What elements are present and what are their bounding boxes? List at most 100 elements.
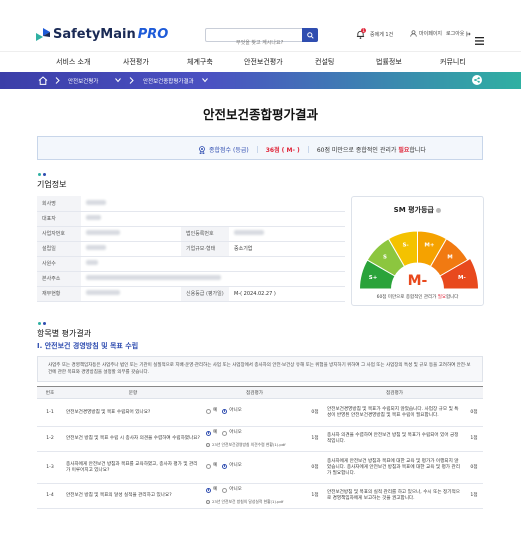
nav-item-consulting[interactable]: 컨설팅	[315, 57, 334, 67]
row-comment: 안전보건방침 및 목표의 실적 관리를 하고 있으나, 수시 또는 정기적으로 …	[324, 483, 465, 509]
nav-item-pre-eval[interactable]: 사전평가	[123, 57, 149, 67]
gauge-segment-label: S-	[402, 243, 408, 249]
section-description: 사업주 또는 경영책임자등은 사업주나 법인 또는 기관이 실질적으로 지배·운…	[37, 356, 483, 382]
grade-title: SM 평가등급	[352, 205, 483, 215]
home-icon[interactable]	[38, 76, 48, 85]
chevron-down-icon[interactable]	[202, 77, 208, 83]
grade-card: SM 평가등급 S+ S S- M+ M M- M- 60점 미만으로 종합적인 관리가 필…	[351, 196, 484, 306]
info-icon[interactable]	[436, 207, 442, 213]
section-dots	[38, 173, 46, 176]
masked-value	[86, 275, 221, 280]
logout-icon	[466, 31, 472, 36]
notification[interactable]: 1 중에게 1건	[356, 28, 393, 39]
label-address: 본사주소	[37, 271, 81, 287]
radio-yes[interactable]: 예	[206, 430, 217, 436]
radio-yes-dot	[206, 408, 211, 414]
results-section-title: 항목별 평가결과	[37, 329, 92, 338]
share-button[interactable]	[472, 75, 482, 85]
score-summary: 종합점수 (등급) 36점 ( M- ) 60점 미만으로 종합적인 관리가 필…	[37, 136, 483, 160]
company-section-title: 기업정보	[37, 180, 67, 189]
row-number: 1-4	[37, 483, 63, 509]
row-comment: 안전보건경영방침 및 목표가 수립되지 않았습니다. 사업장 규모 및 특성이 …	[324, 398, 465, 427]
radio-no[interactable]: 아니오	[222, 430, 242, 436]
row-answer: 예 아니오	[203, 451, 306, 484]
radio-no-label: 아니오	[229, 463, 242, 469]
nav-item-law[interactable]: 법률정보	[376, 57, 402, 67]
nav-item-system[interactable]: 체계구축	[187, 57, 213, 67]
divider	[256, 146, 258, 153]
masked-value	[86, 290, 120, 295]
row-score-final: 1점	[465, 426, 483, 452]
masked-value	[86, 245, 106, 250]
nav-item-community[interactable]: 커뮤니티	[440, 57, 466, 67]
row-comment: 종사자에게 안전보건 방침과 목표에 대한 교육 및 평가가 이행되지 않았습니…	[324, 451, 465, 484]
masked-value	[86, 230, 120, 235]
radio-no-label: 아니오	[229, 487, 242, 493]
masked-value	[234, 230, 264, 235]
logout-label: 로그아웃	[446, 31, 465, 37]
masked-value	[86, 199, 106, 205]
row-question: 안전보건경영방침 및 목표 수립되어 있나요?	[63, 398, 203, 427]
logout-link[interactable]: 로그아웃	[446, 30, 472, 37]
search-button[interactable]	[302, 28, 318, 42]
mypage-link[interactable]: 마이페이지	[410, 30, 442, 37]
attached-file[interactable]: 23년 안전보건경영방침 의견수렴 현황(1).pdf	[206, 442, 303, 448]
row-score-final: 1점	[465, 483, 483, 509]
site-header: SafetyMain PRO 1 중에게 1건 마이페이지 로그아웃	[0, 0, 521, 52]
row-answer: 예 아니오	[203, 398, 306, 427]
col-question: 문항	[63, 386, 203, 399]
radio-yes[interactable]: 예	[206, 487, 217, 493]
hamburger-icon	[475, 37, 484, 45]
radio-yes[interactable]: 예	[206, 463, 217, 469]
breadcrumb-item-2[interactable]: 안전보건종합평가결과	[143, 77, 194, 85]
user-icon	[410, 30, 417, 37]
breadcrumb: 안전보건평가 안전보건종합평가결과	[0, 72, 521, 89]
radio-yes-dot	[206, 487, 211, 493]
mypage-label: 마이페이지	[419, 31, 443, 37]
row-question: 종사자에게 안전보건 방침과 목표를 교육하였고, 종사자 평가 및 관리가 이…	[63, 451, 203, 484]
row-score: 0점	[306, 451, 324, 484]
attached-file[interactable]: 23년 안전보건 방침의 달성실적 현황(1).pdf	[206, 499, 303, 505]
masked-value	[86, 260, 98, 265]
site-logo[interactable]: SafetyMain PRO	[36, 27, 168, 42]
label-bizno: 사업자번호	[37, 226, 81, 242]
table-row: 1-1 안전보건경영방침 및 목표 수립되어 있나요? 예 아니오 0점 안전보건경영방침…	[37, 398, 483, 427]
radio-yes-label: 예	[213, 408, 218, 414]
row-score: 0점	[306, 398, 324, 427]
radio-no[interactable]: 아니오	[222, 463, 242, 469]
row-score-final: 0점	[465, 398, 483, 427]
radio-no-dot	[222, 408, 228, 414]
menu-button[interactable]	[475, 30, 484, 45]
label-employees: 사원수	[37, 256, 81, 272]
nav-item-safety-eval[interactable]: 안전보건평가	[244, 57, 283, 67]
col-check: 점검평가	[203, 386, 306, 399]
row-number: 1-1	[37, 398, 63, 427]
row-question: 안전보건 방침 및 목표 수립 시 종사자 의견을 수렴하여 수립하였나요?	[63, 426, 203, 452]
divider	[307, 146, 309, 153]
label-founded: 설립일	[37, 241, 81, 257]
radio-no-label: 아니오	[229, 430, 242, 436]
radio-no[interactable]: 아니오	[222, 408, 242, 414]
grade-footnote: 60점 미만으로 종합적인 관리가 필요합니다	[376, 295, 459, 300]
row-score-final: 0점	[465, 451, 483, 484]
row-score: 1점	[306, 483, 324, 509]
radio-no-dot	[222, 430, 228, 436]
grade-gauge: S+ S S- M+ M M- M-	[358, 230, 480, 290]
table-row: 1-2 안전보건 방침 및 목표 수립 시 종사자 의견을 수렴하여 수립하였나요…	[37, 426, 483, 452]
paperclip-icon	[206, 442, 210, 447]
col-no: 번호	[37, 386, 63, 399]
radio-yes[interactable]: 예	[206, 408, 217, 414]
radio-yes-dot	[206, 463, 211, 469]
summary-text: 60점 미만으로 종합적인 관리가 필요합니다	[316, 147, 426, 154]
radio-no-dot	[222, 487, 228, 493]
search-icon	[306, 31, 314, 39]
nav-item-service[interactable]: 서비스 소개	[56, 57, 90, 67]
breadcrumb-item-1[interactable]: 안전보건평가	[68, 77, 98, 85]
logo-icon	[36, 28, 50, 41]
chevron-down-icon[interactable]	[115, 77, 121, 83]
radio-no[interactable]: 아니오	[222, 487, 242, 493]
notification-badge: 1	[361, 28, 366, 33]
share-icon	[474, 77, 480, 83]
search-input[interactable]	[206, 37, 303, 49]
gauge-segment-label: S+	[369, 275, 378, 281]
